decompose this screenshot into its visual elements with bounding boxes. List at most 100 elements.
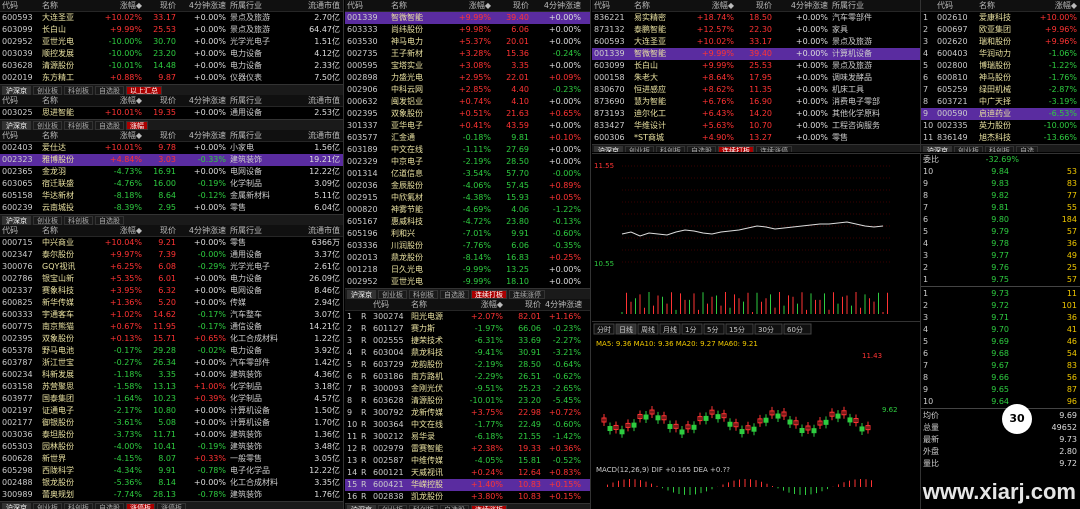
table-row[interactable]: 603530 神马电力 +5.37% 20.01 +0.00%	[345, 36, 590, 48]
column-header[interactable]: 涨幅◆	[96, 130, 144, 141]
tab-0[interactable]: 沪深京	[2, 502, 31, 509]
table-row[interactable]: 002952 亚世光电 -9.99% 18.10 +0.00%	[345, 276, 590, 288]
column-header[interactable]: 代码	[371, 299, 409, 310]
tab-2[interactable]: 科创板	[656, 145, 685, 152]
column-header[interactable]: 名称	[389, 0, 445, 11]
column-header[interactable]: 流通市值	[296, 130, 342, 141]
column-header[interactable]: 代码	[935, 0, 977, 11]
table-row[interactable]: 6 600810 神马股份 -1.76%	[921, 72, 1080, 84]
column-header[interactable]: 涨幅◆	[96, 225, 144, 236]
table-row[interactable]: 002786 银宝山新 +5.35% 6.01 +0.00% 电力设备 26.09亿	[0, 273, 343, 285]
table-row[interactable]: 002906 中科云网 +2.85% 4.40 -0.23%	[345, 84, 590, 96]
column-header[interactable]: 4分钟涨速	[178, 0, 228, 11]
column-header[interactable]: 所属行业	[830, 0, 914, 11]
table-row[interactable]: 8 R 603628 清源股份 -10.01% 23.20 -5.45%	[345, 395, 590, 407]
tab-0[interactable]: 沪深京	[347, 504, 376, 509]
table-row[interactable]: 3 R 002555 捷荣技术 -6.31% 33.69 -2.27%	[345, 335, 590, 347]
tab-2[interactable]: 科创板	[64, 120, 93, 130]
tab-2[interactable]: 科创板	[409, 289, 438, 299]
tab-2[interactable]: 科创板	[64, 502, 93, 509]
table-row[interactable]: 603977 国泰集团 -1.64% 10.23 +0.39% 化学制品 4.57亿	[0, 393, 343, 405]
tab-1[interactable]: 创业板	[33, 85, 62, 95]
column-header[interactable]: 涨幅◆	[1031, 0, 1079, 11]
table-row[interactable]: 603787 浙江世宝 -0.27% 26.34 +0.00% 汽车零部件 1.42亿	[0, 357, 343, 369]
table-row[interactable]: 3 002620 瑞和股份 +9.96%	[921, 36, 1080, 48]
column-header[interactable]: 4分钟涨速	[531, 0, 583, 11]
column-header[interactable]: 所属行业	[228, 130, 296, 141]
table-row[interactable]: 301337 亚华电子 +0.41% 43.59 +0.00%	[345, 120, 590, 132]
tab-3[interactable]: 自选股	[440, 289, 469, 299]
table-row[interactable]: 002177 御银股份 -3.61% 5.08 +0.00% 计算机设备 1.70亿	[0, 417, 343, 429]
table-row[interactable]: 002197 证通电子 -2.17% 10.80 +0.00% 计算机设备 1.50亿	[0, 405, 343, 417]
table-row[interactable]: 603577 汇金通 -0.18% 9.81 +0.10%	[345, 132, 590, 144]
column-header[interactable]: 代码	[345, 0, 389, 11]
table-row[interactable]: 001339 智微智能 +9.99% 39.40 +0.00% 计算机设备	[592, 48, 920, 60]
table-row[interactable]: 605167 惠威科技 -4.72% 23.80 -0.13%	[345, 216, 590, 228]
table-row[interactable]: 600775 南京熊猫 +0.67% 11.95 -0.17% 通信设备 14.21亿	[0, 321, 343, 333]
column-header[interactable]: 现价	[144, 130, 178, 141]
tab-2[interactable]: 科创板	[64, 85, 93, 95]
column-header[interactable]: 现价	[144, 95, 178, 106]
column-header[interactable]: 现价	[493, 0, 531, 11]
column-header[interactable]	[345, 299, 359, 310]
table-row[interactable]: 830670 恒进感应 +8.62% 11.35 +0.00% 机床工具	[592, 84, 920, 96]
column-header[interactable]: 代码	[0, 95, 40, 106]
column-header[interactable]: 4分钟涨速	[178, 225, 228, 236]
table-row[interactable]: 002337 赛象科技 +3.95% 6.32 +0.00% 电网设备 8.46亿	[0, 285, 343, 297]
column-header[interactable]: 代码	[0, 0, 40, 11]
kline-chart[interactable]: 分时 日线 周线 月线 1分 5分 15分 30分 60分 MA5: 9.36 MA10: 9.3…	[592, 321, 920, 509]
column-header[interactable]: 名称	[409, 299, 461, 310]
table-row[interactable]: 11 836149 旭杰科技 -13.66%	[921, 132, 1080, 144]
table-row[interactable]: 836221 易实精密 +18.74% 18.50 +0.00% 汽车零部件	[592, 12, 920, 24]
tab-1[interactable]: 创业板	[378, 504, 407, 509]
table-row[interactable]: 9 R 300792 龙新传媒 +3.75% 22.98 +0.72%	[345, 407, 590, 419]
table-row[interactable]: 600593 大连圣亚 +10.02% 33.17 +0.00% 景点及旅游 2.70亿	[0, 12, 343, 24]
tab-3[interactable]: 自选股	[687, 145, 716, 152]
table-row[interactable]: 002952 亚世光电 -10.00% 30.70 +0.00% 光学光电子 1.51亿	[0, 36, 343, 48]
tab-1[interactable]: 创业板	[33, 120, 62, 130]
column-header[interactable]: 现价	[144, 225, 178, 236]
tab-3[interactable]: 自选股	[440, 504, 469, 509]
column-header[interactable]: 代码	[0, 130, 40, 141]
column-header[interactable]: 所属行业	[228, 95, 296, 106]
tab-0[interactable]: 沪深京	[594, 145, 623, 152]
table-row[interactable]: 2 R 601127 赛力斯 -1.97% 66.06 -0.23%	[345, 323, 590, 335]
table-row[interactable]: 600306 *ST商城 +4.90% 13.27 +0.00% 零售	[592, 132, 920, 144]
table-row[interactable]: 7 605259 绿田机械 -2.87%	[921, 84, 1080, 96]
table-row[interactable]: 603099 长白山 +9.99% 25.53 +0.00% 景点及旅游	[592, 60, 920, 72]
table-row[interactable]: 6 R 603186 南方路机 -2.29% 26.51 -0.62%	[345, 371, 590, 383]
table-row[interactable]: 600593 大连圣亚 +10.02% 33.17 +0.00% 景点及旅游	[592, 36, 920, 48]
table-row[interactable]: 001314 亿道信息 -3.54% 57.70 -0.00%	[345, 168, 590, 180]
table-row[interactable]: 605298 西陇科学 -4.34% 9.91 -0.78% 电子化学品 12.22亿	[0, 465, 343, 477]
table-row[interactable]: 1 002610 爱康科技 +10.00%	[921, 12, 1080, 24]
table-row[interactable]: 14 R 600121 天威视讯 +0.24% 12.64 +0.83%	[345, 467, 590, 479]
table-row[interactable]: 16 R 002838 凯龙股份 +3.80% 10.83 +0.15%	[345, 491, 590, 503]
table-row[interactable]: 603065 宿迁联盛 -4.76% 16.00 -0.19% 化学制品 3.09亿	[0, 178, 343, 190]
table-row[interactable]: 002395 双象股份 +0.51% 21.63 +0.65%	[345, 108, 590, 120]
tab-1[interactable]: 创业板	[954, 145, 983, 152]
tab-1[interactable]: 创业板	[378, 289, 407, 299]
table-row[interactable]: 15 R 600421 华嵘控股 +1.40% 10.83 +0.15%	[345, 479, 590, 491]
tab-4[interactable]: 连续涨板	[471, 504, 507, 509]
table-row[interactable]: 1 R 300274 阳光电源 +2.07% 82.01 +1.16%	[345, 311, 590, 323]
table-row[interactable]: 600234 科新发展 -1.18% 3.35 +0.00% 建筑装饰 4.36亿	[0, 369, 343, 381]
table-row[interactable]: 2 600697 欧亚集团 +9.96%	[921, 24, 1080, 36]
column-header[interactable]: 名称	[632, 0, 686, 11]
table-row[interactable]: 002365 金龙羽 -4.73% 16.91 +0.00% 电网设备 12.22亿	[0, 166, 343, 178]
table-row[interactable]: 002323 雅博股份 +4.84% 3.03 -0.33% 建筑装饰 19.21亿	[0, 154, 343, 166]
tab-5[interactable]: 连续涨停	[509, 289, 545, 299]
column-header[interactable]: 名称	[40, 225, 96, 236]
table-row[interactable]: 000820 神雾节能 -4.69% 4.06 -1.22%	[345, 204, 590, 216]
tab-0[interactable]: 沪深京	[2, 85, 31, 95]
table-row[interactable]: 605158 华达新材 -8.18% 8.64 -0.12% 金属新材料 5.11亿	[0, 190, 343, 202]
tab-2[interactable]: 科创板	[64, 215, 93, 225]
table-row[interactable]: 300076 GQY视讯 +6.25% 6.08 -0.29% 光学光电子 2.61亿	[0, 261, 343, 273]
table-row[interactable]: 873690 慧为智能 +6.76% 16.90 +0.00% 消费电子零部	[592, 96, 920, 108]
table-row[interactable]: 002915 中欣氟材 -4.38% 15.93 +0.05%	[345, 192, 590, 204]
table-row[interactable]: 002735 王子新材 +3.28% 15.36 -0.24%	[345, 48, 590, 60]
table-row[interactable]: 4 600403 华润动力 -1.06%	[921, 48, 1080, 60]
column-header[interactable]: 涨幅◆	[445, 0, 493, 11]
table-row[interactable]: 001339 智微智能 +9.99% 39.40 +0.00%	[345, 12, 590, 24]
table-row[interactable]: 002488 银龙股份 -5.36% 8.14 +0.00% 化工合成材料 3.35亿	[0, 477, 343, 489]
tab-3[interactable]: 自选股	[95, 85, 124, 95]
